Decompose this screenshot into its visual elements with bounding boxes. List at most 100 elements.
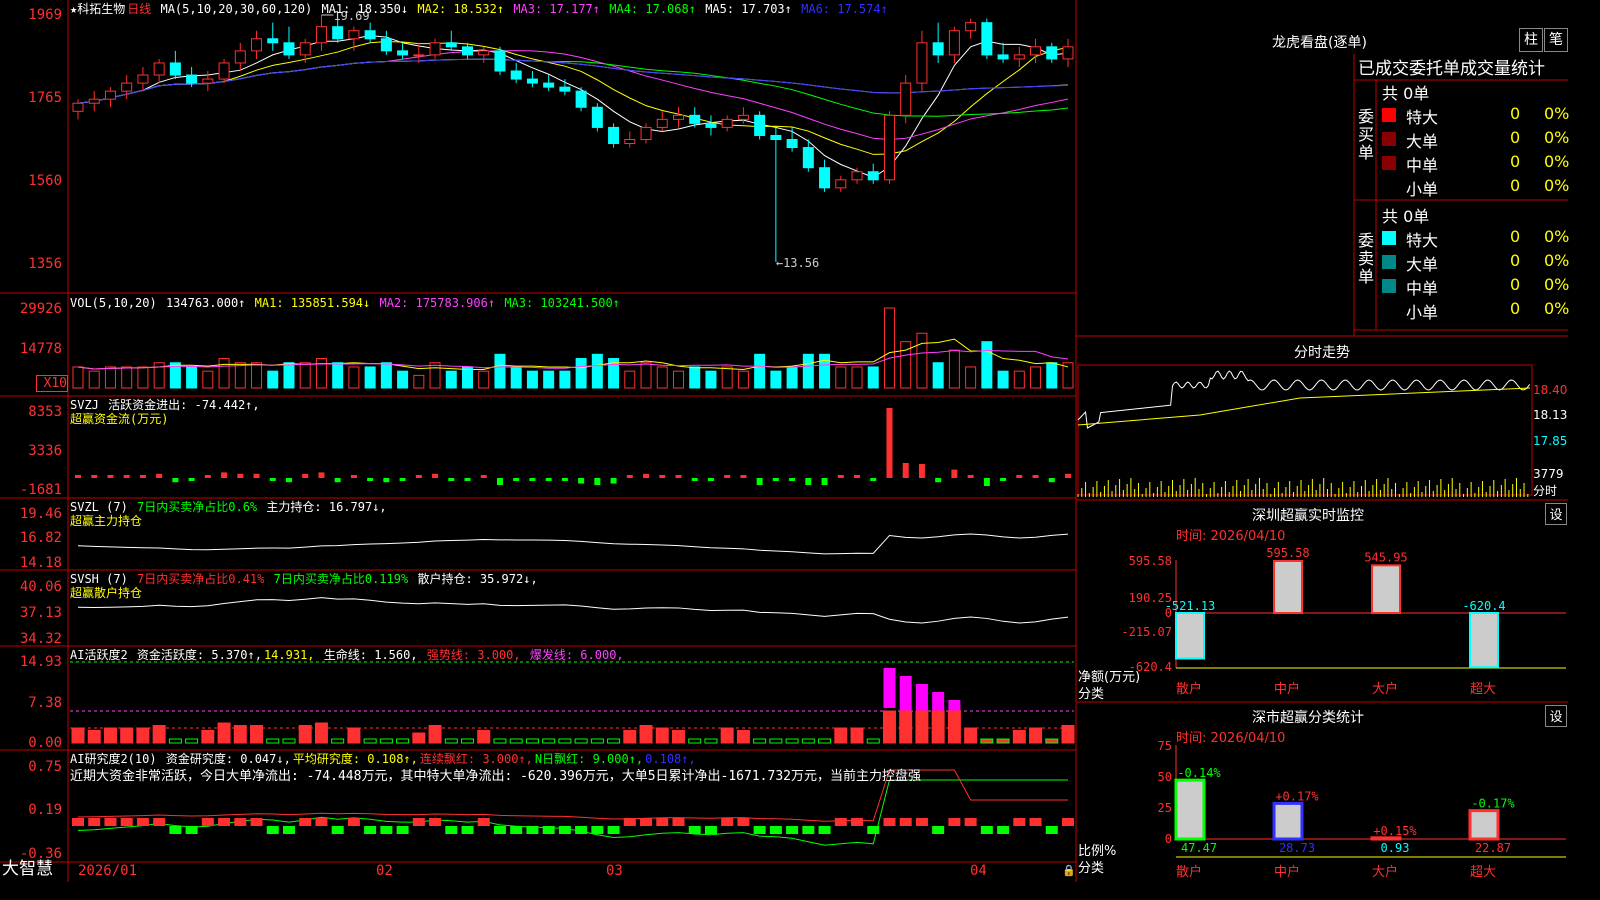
row-count: 0: [1510, 104, 1521, 123]
classify-change: +0.17%: [1275, 789, 1319, 803]
candle-body: [315, 26, 327, 44]
svzj-def: SVZJ: [70, 398, 99, 412]
svzl-t1: 7日内买卖净占比0.6%: [137, 500, 258, 514]
candle-body: [543, 82, 555, 88]
candle-body: [445, 42, 457, 48]
classify-value-label: 22.87: [1475, 841, 1511, 855]
ai2-bar: [461, 826, 474, 834]
sell-row-1: 大单 0 0%: [1380, 251, 1569, 274]
candle-body: [754, 114, 766, 136]
svsh-tick-0: 40.06: [19, 579, 62, 595]
candle-body: [299, 42, 311, 56]
candle-body: [267, 38, 279, 44]
ai2-note: 近期大资金非常活跃，今日大单净流出: -74.448万元，其中特大单净流出: -…: [70, 769, 921, 784]
ai1-bar: [688, 738, 702, 744]
svzj-header: SVZJ 活跃资金进出: -74.442↑, 超赢资金流(万元): [70, 398, 262, 426]
monitor-value-label: 595.58: [1266, 546, 1309, 560]
ai2-bar: [786, 826, 799, 834]
svzl-tick-1: 16.82: [19, 530, 62, 546]
ai2-bar: [299, 818, 312, 826]
color-swatch: [1382, 156, 1396, 170]
candle-body: [1030, 46, 1042, 56]
candle-body: [591, 106, 603, 128]
ai2-bar: [120, 818, 133, 826]
ai2-bar: [688, 826, 701, 834]
ai1-bar: [850, 727, 864, 744]
classify-settings-button[interactable]: 设: [1545, 705, 1567, 727]
vol-header: VOL(5,10,20) 134763.000↑ MA1: 135851.594…: [70, 296, 622, 310]
ai1-bar: [103, 727, 117, 744]
ma5: MA5: 17.703↑: [705, 2, 792, 16]
k-tick-1: 1765: [28, 90, 62, 106]
svzj-bar: [334, 478, 341, 483]
ai1-bar: [250, 725, 264, 744]
svzl-tick-2: 14.18: [19, 555, 62, 571]
ai1-bar: [720, 727, 734, 744]
row-count: 0: [1510, 299, 1521, 318]
monitor-settings-button[interactable]: 设: [1545, 503, 1567, 525]
candle-body: [72, 102, 84, 112]
row-percent: 0%: [1544, 104, 1570, 123]
chart-canvas[interactable]: 19.69←13.56595.58190.250-215.07-620.4-52…: [0, 0, 1568, 882]
color-swatch: [1382, 279, 1396, 293]
ai1-bar: [882, 710, 896, 744]
lock-icon[interactable]: 🔒: [1062, 864, 1076, 878]
ai1-bar: [412, 732, 426, 744]
vol-ma2: MA2: 175783.906↑: [379, 296, 496, 310]
candle-body: [965, 22, 977, 32]
classify-time: 时间: 2026/04/10: [1176, 731, 1286, 746]
classify-value-label: 0.93: [1381, 841, 1410, 855]
ai2-bar: [899, 818, 912, 826]
row-percent: 0%: [1544, 176, 1570, 195]
candle-body: [835, 179, 847, 189]
ai1-bar: [331, 738, 345, 744]
vol-bar: [1013, 370, 1025, 389]
ai1-t4: 强势线: 3.000,: [426, 648, 521, 662]
color-swatch: [1382, 303, 1396, 317]
vol-bar: [689, 366, 701, 389]
fenshi-price-2: 17.85: [1533, 434, 1568, 448]
stock-name[interactable]: ★科拓生物: [70, 2, 125, 16]
ma2: MA2: 18.532↑: [417, 2, 505, 16]
candle-body: [332, 26, 344, 40]
ai1-bar: [461, 738, 475, 744]
row-percent: 0%: [1544, 275, 1570, 294]
svzj-bar: [578, 478, 585, 484]
ai1-bar: [704, 738, 718, 744]
svzj-bar: [107, 475, 114, 478]
ai2-bar: [591, 826, 604, 834]
fenshi-price-1: 18.13: [1533, 408, 1568, 422]
ai1-bar: [834, 727, 848, 744]
k-tick-2: 1560: [28, 173, 62, 189]
ai1-bar: [736, 730, 750, 744]
monitor-value-label: -521.13: [1165, 599, 1216, 613]
period-label[interactable]: 日线: [127, 2, 151, 16]
ai1-bar: [185, 738, 199, 744]
ai2-bar: [607, 826, 620, 834]
btn-tick[interactable]: 笔: [1544, 28, 1568, 52]
x-label-2: 03: [606, 863, 623, 879]
classify-title: 深市超赢分类统计: [1252, 710, 1364, 726]
k-header: ★科拓生物 日线 MA(5,10,20,30,60,120) MA1: 18.35…: [70, 2, 890, 16]
vol-bar: [786, 366, 798, 389]
row-name: 大单: [1406, 255, 1439, 274]
svzj-tick-1: 3336: [28, 443, 62, 459]
monitor-cat: 大户: [1372, 681, 1398, 697]
lhb-tab[interactable]: 已成交委托单成交量统计: [1358, 54, 1566, 79]
ai2-bar: [915, 818, 928, 826]
svzj-bar: [367, 478, 374, 481]
svzj-bar: [139, 475, 146, 478]
svzj-bar: [854, 475, 861, 478]
btn-bar[interactable]: 柱: [1519, 28, 1543, 52]
candle-body: [121, 82, 133, 92]
svzj-bar: [529, 478, 536, 481]
classify-cat: 散户: [1176, 864, 1202, 880]
row-percent: 0%: [1544, 227, 1570, 246]
candle-body: [948, 30, 960, 56]
ai2-line: [77, 779, 1068, 846]
svzj-bar: [188, 478, 195, 481]
svzj-bar: [1000, 478, 1007, 481]
svzj-bar: [156, 473, 163, 478]
candle-body: [867, 171, 879, 181]
candle-body: [494, 50, 506, 72]
